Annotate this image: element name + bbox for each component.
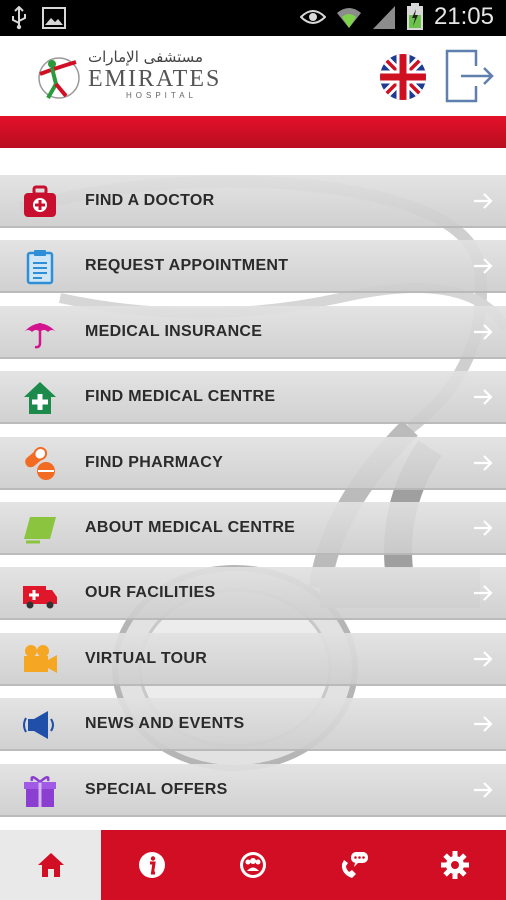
info-card-icon: [24, 516, 56, 544]
arrow-right-icon: [474, 193, 493, 209]
main-menu-area: FIND A DOCTOR REQUEST APPOINTMENT MEDICA…: [0, 148, 506, 830]
menu-about-medical-centre[interactable]: ABOUT MEDICAL CENTRE: [0, 501, 506, 555]
menu-label: NEWS AND EVENTS: [85, 715, 245, 733]
logout-icon[interactable]: [444, 48, 496, 104]
menu-label: REQUEST APPOINTMENT: [85, 257, 289, 275]
home-icon: [37, 853, 64, 877]
eye-icon: [299, 10, 326, 24]
menu-label: OUR FACILITIES: [85, 584, 216, 602]
battery-icon: [406, 3, 423, 30]
nav-home[interactable]: [0, 830, 102, 900]
status-bar: 21:05: [0, 0, 506, 36]
gear-icon: [441, 851, 470, 879]
menu-label: FIND A DOCTOR: [85, 192, 215, 209]
arrow-right-icon: [474, 324, 493, 340]
signal-icon: [372, 6, 395, 29]
bottom-navigation: [0, 830, 506, 900]
header-red-bar: [0, 116, 506, 148]
video-camera-icon: [24, 644, 57, 673]
arrow-right-icon: [474, 389, 493, 405]
wifi-icon: [336, 8, 361, 28]
nav-settings[interactable]: [405, 830, 506, 900]
menu-find-pharmacy[interactable]: FIND PHARMACY: [0, 436, 506, 490]
menu-label: FIND MEDICAL CENTRE: [85, 388, 276, 406]
pills-icon: [25, 446, 55, 480]
arrow-right-icon: [474, 258, 493, 275]
ambulance-icon: [23, 586, 57, 609]
menu-label: VIRTUAL TOUR: [85, 649, 208, 667]
menu-find-doctor[interactable]: FIND A DOCTOR: [0, 175, 506, 228]
logo-mark-icon: [38, 57, 80, 99]
group-icon: [239, 852, 266, 878]
arrow-right-icon: [474, 716, 493, 732]
megaphone-icon: [23, 711, 54, 740]
nav-community[interactable]: [202, 830, 303, 900]
menu-special-offers[interactable]: SPECIAL OFFERS: [0, 763, 506, 817]
menu-request-appointment[interactable]: REQUEST APPOINTMENT: [0, 240, 506, 294]
arrow-right-icon: [474, 585, 493, 602]
menu-medical-insurance[interactable]: MEDICAL INSURANCE: [0, 305, 506, 359]
menu-label: SPECIAL OFFERS: [85, 780, 228, 798]
phone-chat-icon: [342, 852, 369, 878]
arrow-right-icon: [474, 520, 493, 536]
nav-info[interactable]: [101, 830, 202, 900]
arrow-right-icon: [474, 650, 493, 667]
medical-house-icon: [24, 382, 56, 415]
uk-flag-icon[interactable]: [380, 54, 426, 100]
menu-list: FIND A DOCTOR REQUEST APPOINTMENT MEDICA…: [0, 175, 506, 829]
menu-find-medical-centre[interactable]: FIND MEDICAL CENTRE: [0, 371, 506, 425]
emirates-hospital-logo: مستشفى الإمارات EMIRATES HOSPITAL: [36, 48, 236, 104]
logo-sub: HOSPITAL: [126, 91, 197, 100]
arrow-right-icon: [474, 781, 493, 798]
gift-box-icon: [24, 775, 56, 807]
menu-label: MEDICAL INSURANCE: [85, 322, 263, 340]
arrow-right-icon: [474, 454, 493, 471]
menu-news-events[interactable]: NEWS AND EVENTS: [0, 698, 506, 752]
menu-label: ABOUT MEDICAL CENTRE: [85, 518, 296, 536]
clock: 21:05: [433, 3, 494, 30]
medical-kit-icon: [24, 185, 56, 217]
logo-name: EMIRATES: [88, 66, 222, 92]
menu-label: FIND PHARMACY: [85, 453, 224, 471]
menu-virtual-tour[interactable]: VIRTUAL TOUR: [0, 632, 506, 686]
app-header: مستشفى الإمارات EMIRATES HOSPITAL: [0, 36, 506, 116]
nav-contact[interactable]: [304, 830, 405, 900]
clipboard-icon: [26, 250, 54, 285]
menu-our-facilities[interactable]: OUR FACILITIES: [0, 567, 506, 621]
logo-arabic-text: مستشفى الإمارات: [88, 48, 204, 66]
info-icon: [138, 852, 165, 878]
image-icon: [42, 7, 66, 29]
usb-icon: [12, 6, 26, 30]
umbrella-icon: [24, 322, 56, 349]
